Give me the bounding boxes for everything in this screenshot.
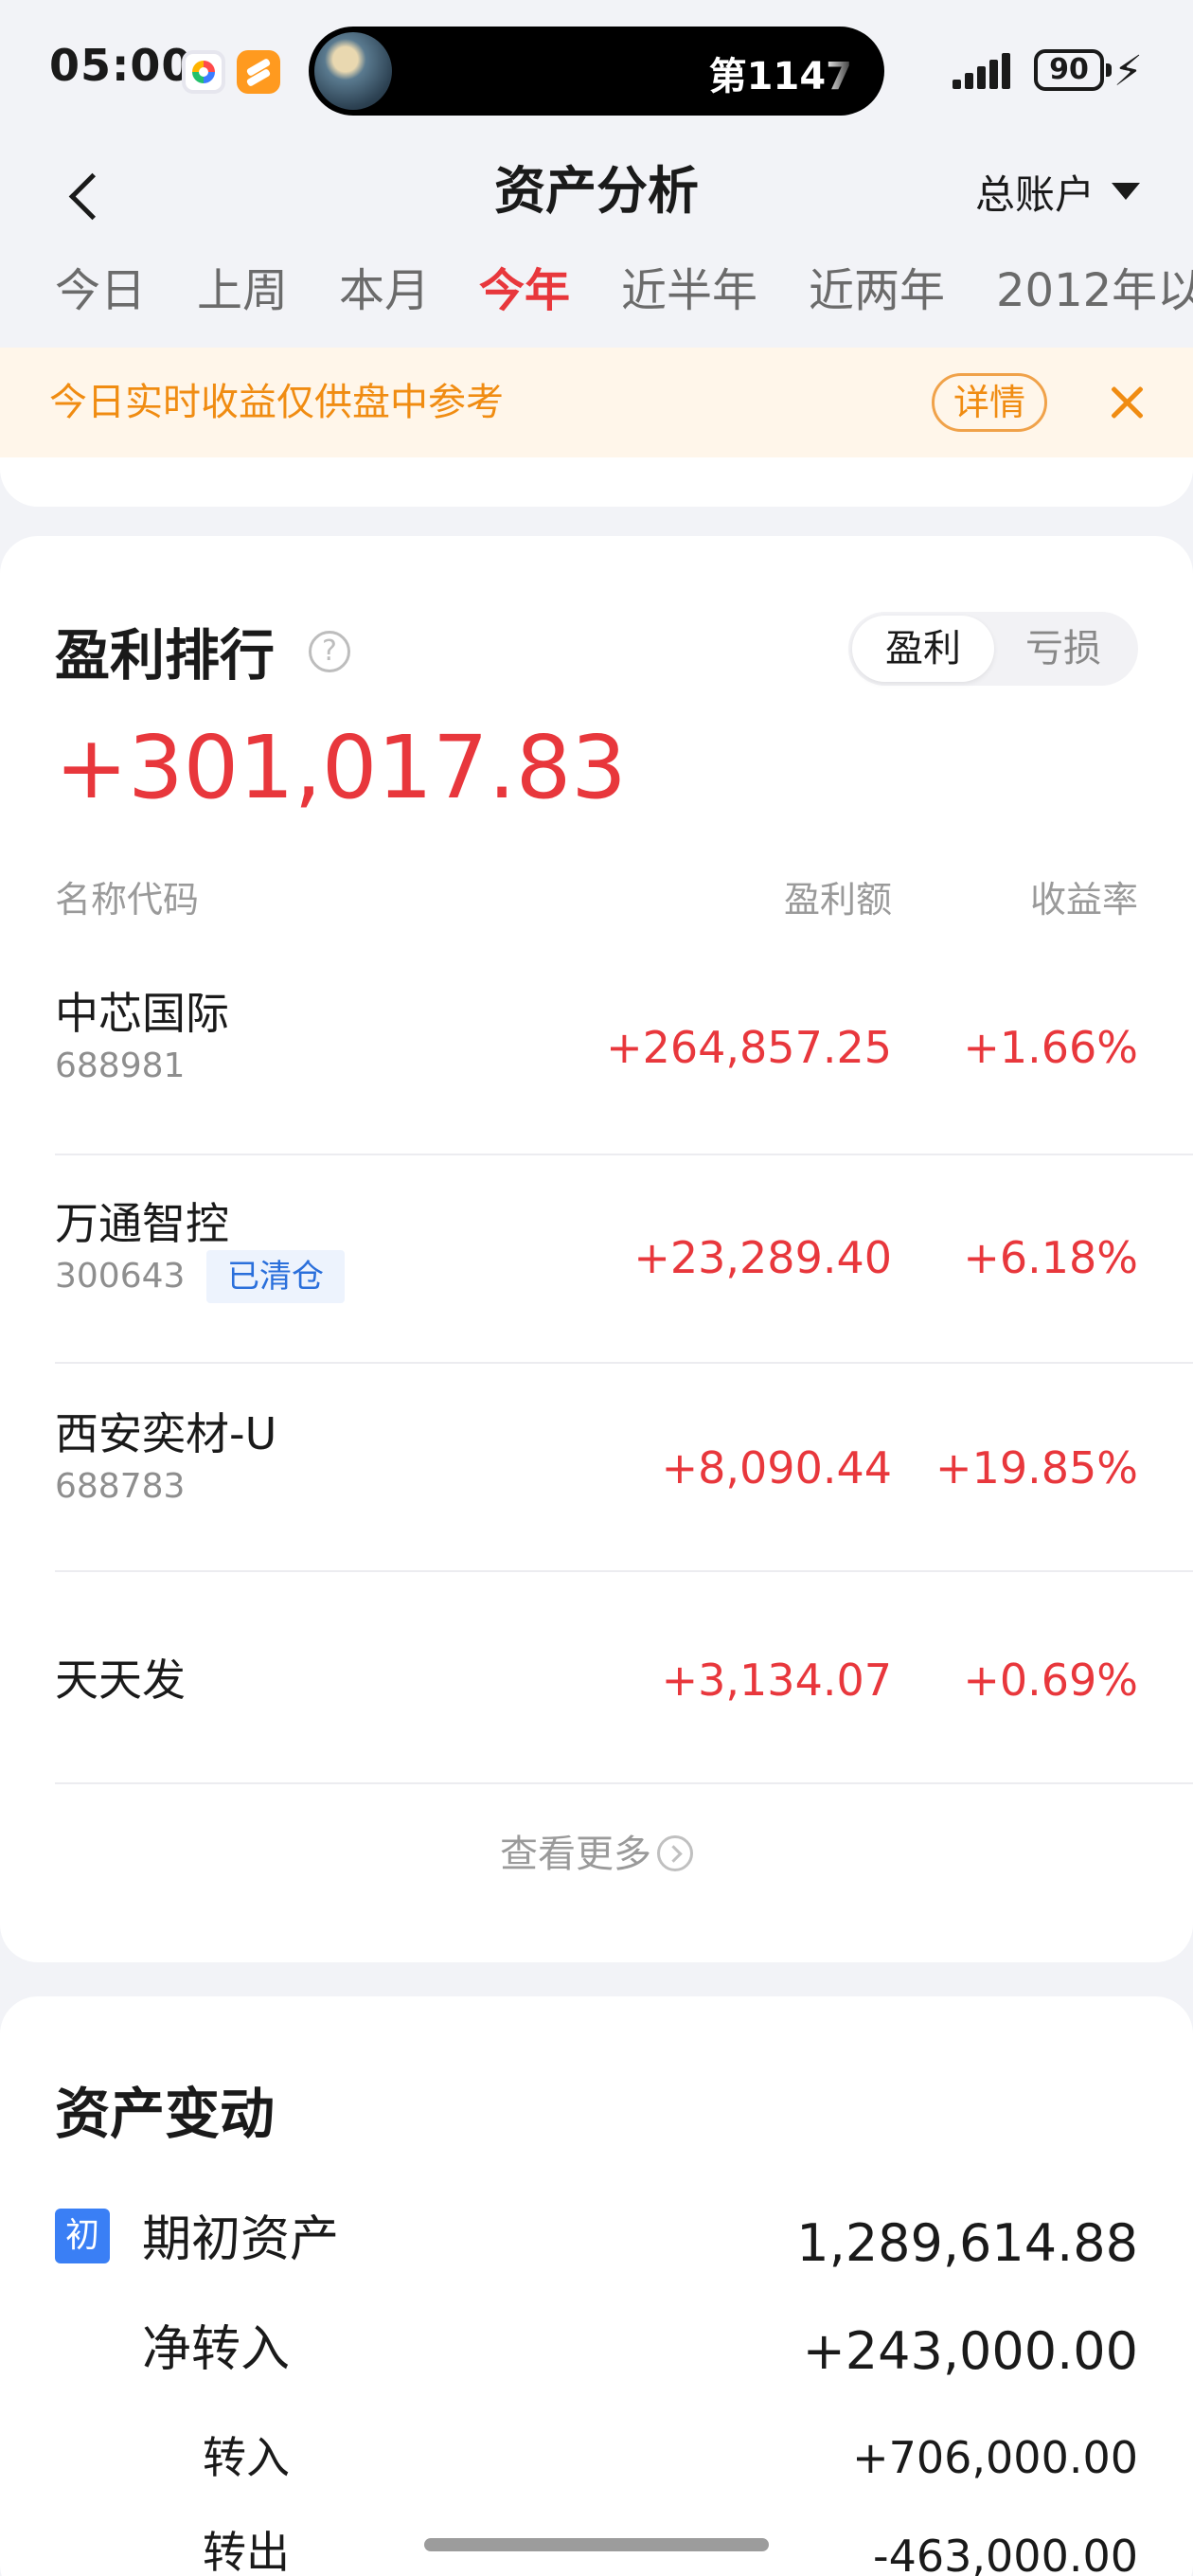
transfer-out-label: 转出 — [203, 2527, 290, 2576]
island-avatar-icon — [314, 32, 392, 110]
tab-last-week[interactable]: 上周 — [197, 258, 288, 324]
notice-detail-button[interactable]: 详情 — [932, 373, 1048, 432]
view-more-link[interactable]: 查看更多 — [0, 1826, 1193, 1883]
view-more-label: 查看更多 — [500, 1833, 651, 1876]
opening-assets-value: 1,289,614.88 — [796, 2213, 1138, 2273]
stock-name: 天天发 — [55, 1655, 186, 1706]
return-rate: +6.18% — [963, 1232, 1138, 1283]
initial-badge: 初 — [55, 2209, 110, 2263]
profit-ranking-title: 盈利排行 — [55, 623, 276, 688]
toggle-profit-button[interactable]: 盈利 — [852, 616, 994, 682]
return-rate: +0.69% — [963, 1655, 1138, 1706]
help-icon[interactable]: ? — [309, 631, 350, 672]
profit-ranking-card: 盈利排行 ? 盈利 亏损 +301,017.83 名称代码 盈利额 收益率 中芯… — [0, 536, 1193, 1962]
account-selector[interactable]: 总账户 — [975, 155, 1140, 227]
account-label: 总账户 — [974, 170, 1095, 218]
transfer-out-value: -463,000.00 — [873, 2531, 1138, 2576]
caret-down-icon — [1112, 183, 1140, 200]
tab-this-month[interactable]: 本月 — [339, 258, 430, 324]
tab-since-2012[interactable]: 2012年以 — [996, 258, 1193, 324]
return-rate: +1.66% — [963, 1022, 1138, 1073]
status-time: 05:00 — [49, 40, 193, 91]
island-text: 第1147 — [709, 45, 852, 100]
stock-name: 万通智控 — [55, 1198, 229, 1249]
stock-code: 688981 — [55, 1046, 186, 1085]
net-transfer-in-label: 净转入 — [142, 2321, 291, 2378]
period-tabs: 今日 上周 本月 今年 近半年 近两年 2012年以 — [0, 256, 1193, 343]
status-bar: 05:00 第1147 90 ⚡ — [0, 0, 1193, 142]
profit-amount: +264,857.25 — [606, 1022, 892, 1073]
tab-half-year[interactable]: 近半年 — [621, 258, 757, 324]
net-transfer-in-value: +243,000.00 — [802, 2321, 1138, 2381]
app-icon-2 — [237, 50, 280, 94]
table-row[interactable]: 万通智控 300643 已清仓 +23,289.40 +6.18% — [0, 1155, 1193, 1364]
close-icon[interactable] — [1102, 378, 1151, 427]
table-row[interactable]: 中芯国际 688981 +264,857.25 +1.66% — [0, 947, 1193, 1155]
transfer-in-value: +706,000.00 — [852, 2432, 1138, 2483]
stock-code: 300643 — [55, 1257, 186, 1296]
notice-text: 今日实时收益仅供盘中参考 — [49, 381, 504, 424]
profit-loss-toggle: 盈利 亏损 — [848, 612, 1138, 686]
battery-icon: 90 — [1034, 49, 1112, 91]
opening-assets-label: 期初资产 — [142, 2211, 340, 2268]
asset-change-card: 资产变动 初 期初资产 1,289,614.88 净转入 +243,000.00… — [0, 1996, 1193, 2576]
total-profit-value: +301,017.83 — [55, 717, 627, 818]
table-row[interactable]: 天天发 +3,134.07 +0.69% — [0, 1572, 1193, 1784]
home-indicator[interactable] — [424, 2538, 769, 2551]
header-name-code: 名称代码 — [55, 879, 200, 921]
chevron-right-icon — [657, 1835, 693, 1871]
tab-this-year[interactable]: 今年 — [479, 258, 570, 324]
cleared-position-badge: 已清仓 — [206, 1250, 345, 1303]
tab-two-years[interactable]: 近两年 — [809, 258, 945, 324]
header-profit-amount: 盈利额 — [783, 879, 892, 921]
row-divider — [55, 1782, 1193, 1784]
signal-icon — [953, 51, 1019, 89]
stock-name: 中芯国际 — [55, 988, 229, 1039]
previous-card-bottom — [0, 457, 1193, 507]
nav-bar: 资产分析 总账户 — [0, 142, 1193, 256]
stock-code: 688783 — [55, 1467, 186, 1506]
profit-amount: +23,289.40 — [633, 1232, 892, 1283]
return-rate: +19.85% — [935, 1442, 1138, 1494]
transfer-in-label: 转入 — [203, 2432, 290, 2483]
stock-name: 西安奕材-U — [55, 1408, 277, 1459]
app-icon-1 — [182, 50, 225, 94]
charging-icon: ⚡ — [1113, 47, 1143, 96]
notice-banner: 今日实时收益仅供盘中参考 详情 — [0, 348, 1193, 457]
header-return-rate: 收益率 — [1029, 879, 1138, 921]
profit-amount: +3,134.07 — [661, 1655, 892, 1706]
table-row[interactable]: 西安奕材-U 688783 +8,090.44 +19.85% — [0, 1364, 1193, 1572]
toggle-loss-button[interactable]: 亏损 — [992, 616, 1134, 682]
tab-today[interactable]: 今日 — [55, 258, 146, 324]
dynamic-island[interactable]: 第1147 — [309, 27, 884, 116]
profit-amount: +8,090.44 — [661, 1442, 892, 1494]
asset-analysis-screen: 05:00 第1147 90 ⚡ 资产分析 总账户 今日 上周 本月 今年 近半… — [0, 0, 1193, 2576]
asset-change-title: 资产变动 — [55, 2082, 276, 2146]
